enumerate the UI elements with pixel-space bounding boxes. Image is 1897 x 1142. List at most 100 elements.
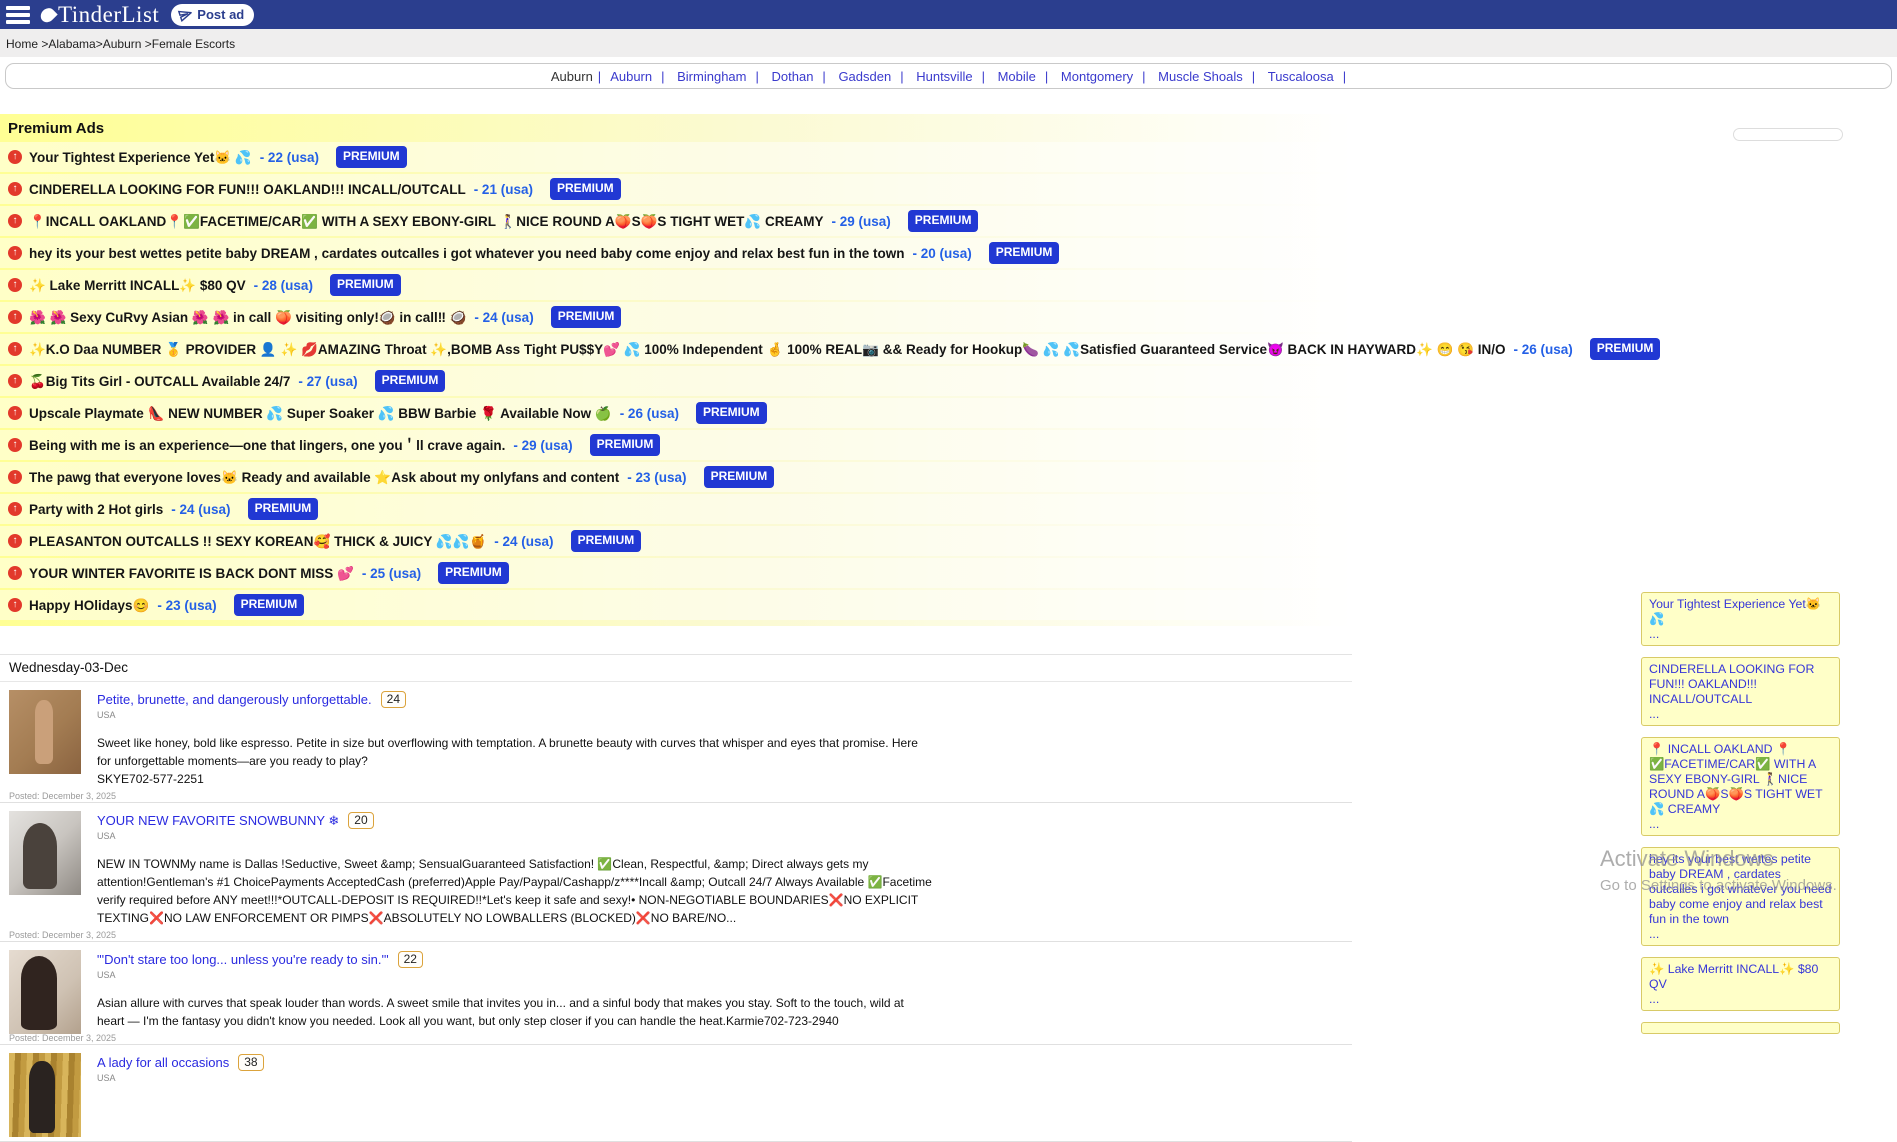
premium-ad-title[interactable]: Being with me is an experience—one that … [29, 437, 505, 454]
sidebar-ad-box[interactable]: hey its your best wettes petite baby DRE… [1641, 847, 1840, 946]
premium-ad-age: - 24 (usa) [171, 501, 230, 518]
listing-photo[interactable] [9, 690, 81, 774]
premium-ad-age: - 26 (usa) [620, 405, 679, 422]
premium-ad-title[interactable]: 🌺 🌺 Sexy CuRvy Asian 🌺 🌺 in call 🍑 visit… [29, 309, 466, 326]
bump-up-icon: ↑ [8, 438, 22, 452]
premium-badge: PREMIUM [1590, 338, 1661, 360]
premium-badge: PREMIUM [696, 402, 767, 424]
premium-section-title: Premium Ads [0, 114, 1352, 142]
premium-ad-row[interactable]: ↑ 🍒Big Tits Girl - OUTCALL Available 24/… [0, 366, 1352, 396]
empty-ad-placeholder [1733, 128, 1843, 141]
premium-ad-row[interactable]: ↑ 📍INCALL OAKLAND📍✅FACETIME/CAR✅ WITH A … [0, 206, 1352, 236]
sidebar-ad-box[interactable]: 📍 INCALL OAKLAND 📍 ✅FACETIME/CAR✅ WITH A… [1641, 737, 1840, 836]
listing-country: USA [97, 1073, 932, 1083]
bump-up-icon: ↑ [8, 150, 22, 164]
bump-up-icon: ↑ [8, 534, 22, 548]
listing-posted-date: Posted: December 3, 2025 [9, 791, 116, 801]
city-nav-box: Auburn | Auburn| Birmingham| Dothan| Gad… [5, 63, 1892, 89]
sidebar-ad-text[interactable]: hey its your best wettes petite baby DRE… [1649, 852, 1832, 926]
bump-up-icon: ↑ [8, 278, 22, 292]
city-link[interactable]: Birmingham [677, 69, 746, 84]
premium-ad-title[interactable]: The pawg that everyone loves🐱 Ready and … [29, 469, 619, 486]
premium-ad-title[interactable]: Your Tightest Experience Yet🐱 💦 [29, 149, 252, 166]
city-link[interactable]: Gadsden [838, 69, 891, 84]
listing-photo[interactable] [9, 811, 81, 895]
premium-ad-title[interactable]: YOUR WINTER FAVORITE IS BACK DONT MISS 💕 [29, 565, 354, 582]
premium-ad-row[interactable]: ↑ PLEASANTON OUTCALLS !! SEXY KOREAN🥰 TH… [0, 526, 1352, 556]
premium-badge: PREMIUM [438, 562, 509, 584]
premium-badge: PREMIUM [336, 146, 407, 168]
city-link[interactable]: Montgomery [1061, 69, 1133, 84]
listing-title-link[interactable]: YOUR NEW FAVORITE SNOWBUNNY ❄ [97, 813, 339, 829]
bump-up-icon: ↑ [8, 374, 22, 388]
premium-ad-row[interactable]: ↑ Your Tightest Experience Yet🐱 💦 - 22 (… [0, 142, 1352, 172]
premium-badge: PREMIUM [234, 594, 305, 616]
sidebar-ad-box[interactable] [1641, 1022, 1840, 1034]
premium-ad-row[interactable]: ↑ Upscale Playmate 👠 NEW NUMBER 💦 Super … [0, 398, 1352, 428]
breadcrumb-bar: Home >Alabama>Auburn >Female Escorts [0, 29, 1897, 57]
premium-ad-title[interactable]: PLEASANTON OUTCALLS !! SEXY KOREAN🥰 THIC… [29, 533, 486, 550]
sidebar-ad-text[interactable]: 📍 INCALL OAKLAND 📍 ✅FACETIME/CAR✅ WITH A… [1649, 742, 1823, 816]
premium-ad-title[interactable]: hey its your best wettes petite baby DRE… [29, 245, 904, 262]
premium-ad-row[interactable]: ↑ The pawg that everyone loves🐱 Ready an… [0, 462, 1352, 492]
premium-ad-row[interactable]: ↑ Party with 2 Hot girls - 24 (usa) PREM… [0, 494, 1352, 524]
listing-title-link[interactable]: "'Don't stare too long... unless you're … [97, 952, 389, 967]
premium-badge: PREMIUM [375, 370, 446, 392]
listing-description: Asian allure with curves that speak loud… [97, 994, 932, 1030]
premium-badge: PREMIUM [550, 178, 621, 200]
sidebar-ad-text[interactable]: ✨ Lake Merritt INCALL✨ $80 QV [1649, 962, 1818, 991]
bump-up-icon: ↑ [8, 406, 22, 420]
listing-photo[interactable] [9, 1053, 81, 1137]
premium-ad-title[interactable]: 📍INCALL OAKLAND📍✅FACETIME/CAR✅ WITH A SE… [29, 213, 824, 230]
sidebar-ad-text[interactable]: CINDERELLA LOOKING FOR FUN!!! OAKLAND!!!… [1649, 662, 1814, 706]
city-separator: | [1142, 69, 1145, 84]
bump-up-icon: ↑ [8, 310, 22, 324]
site-logo[interactable]: TinderList [42, 2, 159, 28]
premium-ad-title[interactable]: ✨K.O Daa NUMBER 🥇 PROVIDER 👤 ✨ 💋AMAZING … [29, 341, 1505, 358]
premium-ad-age: - 29 (usa) [513, 437, 572, 454]
premium-ad-row[interactable]: ↑ YOUR WINTER FAVORITE IS BACK DONT MISS… [0, 558, 1352, 588]
hamburger-menu-icon[interactable] [6, 5, 30, 25]
listing-title-link[interactable]: Petite, brunette, and dangerously unforg… [97, 692, 372, 707]
premium-ad-row[interactable]: ↑ ✨K.O Daa NUMBER 🥇 PROVIDER 👤 ✨ 💋AMAZIN… [0, 334, 1352, 364]
listing-title-link[interactable]: A lady for all occasions [97, 1055, 229, 1070]
premium-ad-row[interactable]: ↑ Happy HOlidays😊 - 23 (usa) PREMIUM [0, 590, 1352, 620]
premium-ad-title[interactable]: ✨ Lake Merritt INCALL✨ $80 QV [29, 277, 246, 294]
premium-badge: PREMIUM [989, 242, 1060, 264]
premium-ad-age: - 20 (usa) [912, 245, 971, 262]
premium-ad-age: - 23 (usa) [157, 597, 216, 614]
city-link[interactable]: Auburn [610, 69, 652, 84]
premium-ad-title[interactable]: 🍒Big Tits Girl - OUTCALL Available 24/7 [29, 373, 290, 390]
premium-ad-title[interactable]: Party with 2 Hot girls [29, 501, 163, 518]
premium-ads-section: Premium Ads ↑ Your Tightest Experience Y… [0, 114, 1352, 626]
sidebar-ad-box[interactable]: Your Tightest Experience Yet🐱 💦 ... [1641, 592, 1840, 646]
top-navbar: TinderList Post ad [0, 0, 1897, 29]
city-link[interactable]: Dothan [772, 69, 814, 84]
sidebar-ad-box[interactable]: CINDERELLA LOOKING FOR FUN!!! OAKLAND!!!… [1641, 657, 1840, 726]
premium-ad-title[interactable]: Happy HOlidays😊 [29, 597, 149, 614]
sidebar-ad-ellipsis: ... [1649, 817, 1832, 832]
premium-ad-row[interactable]: ↑ hey its your best wettes petite baby D… [0, 238, 1352, 268]
premium-ad-row[interactable]: ↑ 🌺 🌺 Sexy CuRvy Asian 🌺 🌺 in call 🍑 vis… [0, 302, 1352, 332]
city-links: Auburn| Birmingham| Dothan| Gadsden| Hun… [601, 69, 1346, 84]
city-separator: | [982, 69, 985, 84]
post-ad-button[interactable]: Post ad [171, 4, 254, 26]
city-link[interactable]: Huntsville [916, 69, 972, 84]
premium-ad-title[interactable]: CINDERELLA LOOKING FOR FUN!!! OAKLAND!!!… [29, 181, 466, 198]
sidebar-ad-box[interactable]: ✨ Lake Merritt INCALL✨ $80 QV ... [1641, 957, 1840, 1011]
city-separator: | [1045, 69, 1048, 84]
premium-ad-row[interactable]: ↑ ✨ Lake Merritt INCALL✨ $80 QV - 28 (us… [0, 270, 1352, 300]
city-link[interactable]: Muscle Shoals [1158, 69, 1243, 84]
listing-row: Posted: December 3, 2025 "'Don't stare t… [0, 942, 1352, 1045]
listing-row: A lady for all occasions 38 USA [0, 1045, 1352, 1142]
premium-ad-row[interactable]: ↑ Being with me is an experience—one tha… [0, 430, 1352, 460]
listing-description: Sweet like honey, bold like espresso. Pe… [97, 734, 932, 788]
listing-body: A lady for all occasions 38 USA [97, 1054, 932, 1083]
sidebar-ad-text[interactable]: Your Tightest Experience Yet🐱 💦 [1649, 597, 1821, 626]
premium-ad-title[interactable]: Upscale Playmate 👠 NEW NUMBER 💦 Super So… [29, 405, 612, 422]
city-link[interactable]: Mobile [998, 69, 1036, 84]
listing-photo[interactable] [9, 950, 81, 1034]
city-link[interactable]: Tuscaloosa [1268, 69, 1334, 84]
premium-ad-row[interactable]: ↑ CINDERELLA LOOKING FOR FUN!!! OAKLAND!… [0, 174, 1352, 204]
breadcrumb[interactable]: Home >Alabama>Auburn >Female Escorts [6, 37, 235, 51]
